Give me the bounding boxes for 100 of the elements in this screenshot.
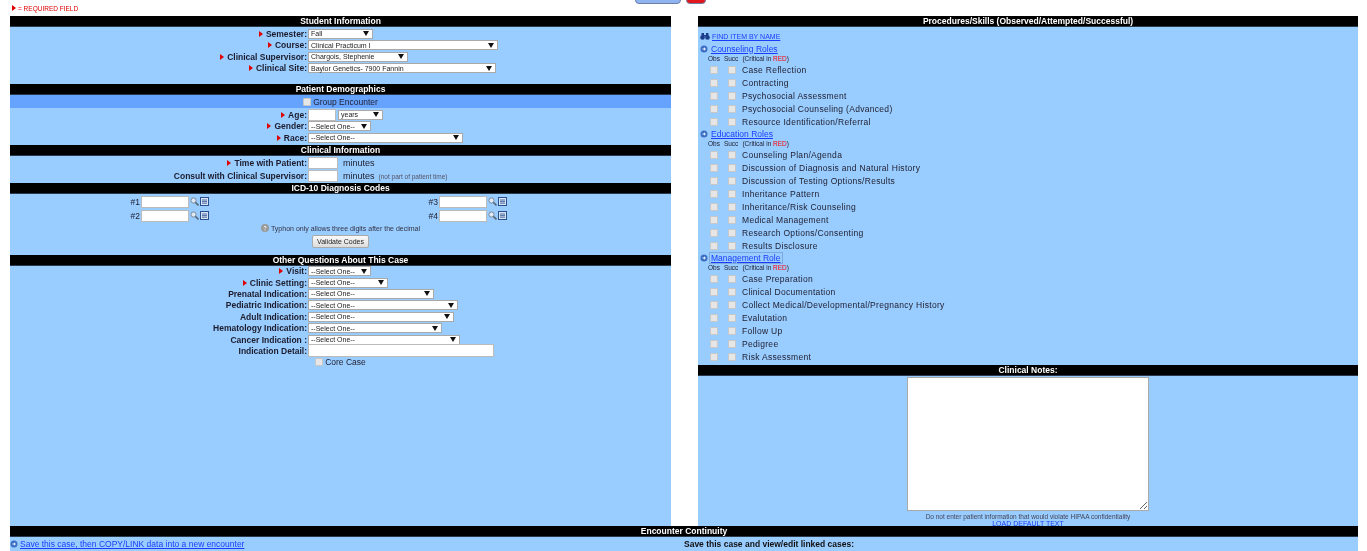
caret-icon — [361, 268, 367, 274]
checkbox[interactable] — [710, 326, 718, 335]
checkbox[interactable] — [728, 241, 736, 250]
checkbox[interactable] — [728, 215, 736, 224]
section-header: ICD-10 Diagnosis Codes — [10, 182, 671, 194]
search-icon[interactable] — [488, 211, 497, 220]
skill-label: Follow Up — [742, 325, 783, 336]
checkbox[interactable] — [728, 352, 736, 361]
checkbox[interactable] — [710, 274, 718, 283]
checkbox[interactable] — [728, 228, 736, 237]
checkbox[interactable] — [728, 326, 736, 335]
field-label: Race: — [283, 132, 307, 143]
skill-label: Research Options/Consenting — [742, 227, 864, 238]
binoculars-icon — [700, 32, 710, 40]
help-icon — [261, 224, 269, 232]
checkbox[interactable] — [710, 352, 718, 361]
required-icon — [279, 268, 284, 275]
notes-field[interactable] — [907, 377, 1149, 511]
checkbox[interactable] — [728, 300, 736, 309]
section-header: Encounter Continuity — [10, 526, 1358, 537]
checkbox[interactable] — [710, 241, 718, 250]
code-field[interactable] — [439, 195, 487, 208]
code-field[interactable] — [141, 195, 189, 208]
section-header: Patient Demographics — [10, 84, 671, 95]
caret-icon — [488, 42, 494, 48]
checkbox[interactable] — [728, 78, 736, 87]
field-label: Clinical Site: — [256, 63, 307, 74]
checkbox[interactable] — [710, 91, 718, 100]
checkbox[interactable] — [710, 176, 718, 185]
expand-icon — [700, 44, 708, 53]
caret-icon — [378, 280, 384, 286]
checkbox-label: Group Encounter — [313, 96, 378, 107]
checkbox[interactable] — [728, 117, 736, 126]
checkbox[interactable] — [728, 202, 736, 211]
checkbox[interactable] — [315, 358, 324, 367]
code-label: #1 — [129, 196, 140, 207]
age-field[interactable] — [308, 108, 336, 121]
code-field[interactable] — [439, 209, 487, 222]
checkbox[interactable] — [728, 150, 736, 159]
skill-label: Resource Identification/Referral — [742, 116, 871, 127]
checkbox[interactable] — [728, 274, 736, 283]
required-icon — [227, 160, 232, 166]
search-icon[interactable] — [190, 197, 199, 206]
text-field[interactable] — [308, 344, 494, 358]
list-icon[interactable] — [498, 211, 507, 220]
field-label: Hematology Indication: — [213, 323, 307, 334]
checkbox-label: Core Case — [325, 357, 366, 368]
minutes-field[interactable] — [308, 157, 338, 169]
field-label: Prenatal Indication: — [228, 288, 307, 299]
code-label: #3 — [427, 196, 438, 207]
checkbox[interactable] — [710, 189, 718, 198]
skill-label: Psychosocial Counseling (Advanced) — [742, 103, 893, 114]
group-link[interactable]: Management Role — [710, 252, 783, 263]
field-label: Cancer Indication : — [230, 334, 307, 345]
group-link[interactable]: Education Roles — [710, 128, 775, 139]
checkbox[interactable] — [710, 215, 718, 224]
checkbox[interactable] — [710, 117, 718, 126]
checkbox[interactable] — [710, 202, 718, 211]
checkbox[interactable] — [728, 163, 736, 172]
expand-icon — [700, 129, 708, 138]
checkbox[interactable] — [728, 91, 736, 100]
checkbox[interactable] — [710, 150, 718, 159]
checkbox[interactable] — [710, 313, 718, 322]
checkbox[interactable] — [728, 287, 736, 296]
list-icon[interactable] — [200, 197, 209, 206]
checkbox[interactable] — [728, 104, 736, 113]
field-label: Semester: — [265, 28, 307, 39]
checkbox[interactable] — [728, 176, 736, 185]
checkbox[interactable] — [710, 78, 718, 87]
skill-label: Counseling Plan/Agenda — [742, 149, 843, 160]
checkbox[interactable] — [303, 97, 312, 106]
checkbox[interactable] — [710, 228, 718, 237]
checkbox[interactable] — [710, 300, 718, 309]
skill-label: Collect Medical/Developmental/Pregnancy History — [742, 299, 945, 310]
code-field[interactable] — [141, 209, 189, 222]
copy-link[interactable]: Save this case, then COPY/LINK data into a new encounter — [20, 539, 245, 549]
checkbox[interactable] — [710, 287, 718, 296]
skill-label: Pedigree — [742, 338, 779, 349]
list-icon[interactable] — [200, 211, 209, 220]
checkbox[interactable] — [728, 189, 736, 198]
checkbox[interactable] — [710, 104, 718, 113]
skill-label: Clinical Documentation — [742, 286, 836, 297]
skill-label: Discussion of Testing Options/Results — [742, 175, 896, 186]
checkbox[interactable] — [710, 65, 718, 74]
search-icon[interactable] — [488, 197, 497, 206]
required-icon — [12, 5, 16, 11]
checkbox[interactable] — [728, 313, 736, 322]
checkbox[interactable] — [728, 339, 736, 348]
minutes-field[interactable] — [308, 170, 338, 182]
skill-label: Inheritance Pattern — [742, 188, 820, 199]
list-icon[interactable] — [498, 197, 507, 206]
checkbox[interactable] — [728, 65, 736, 74]
search-icon[interactable] — [190, 211, 199, 220]
section-header: Other Questions About This Case — [10, 254, 671, 266]
checkbox[interactable] — [710, 163, 718, 172]
field-label: Clinic Setting: — [249, 277, 307, 288]
group-link[interactable]: Counseling Roles — [710, 43, 780, 54]
checkbox[interactable] — [710, 339, 718, 348]
unit-label: minutes — [343, 158, 375, 168]
skill-label: Case Reflection — [742, 64, 807, 75]
